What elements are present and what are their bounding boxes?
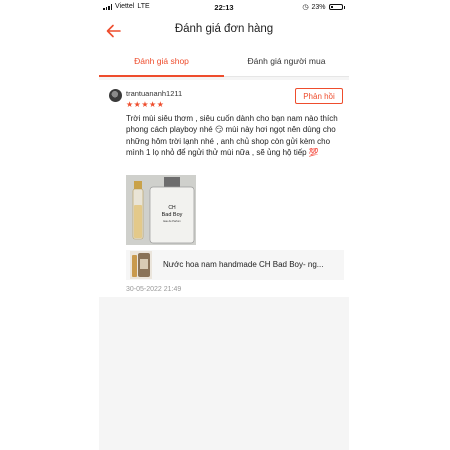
product-thumbnail (130, 251, 152, 279)
battery-percent: 23% (311, 3, 326, 11)
battery-icon (328, 4, 343, 10)
photo-label-line1: CH (168, 205, 176, 211)
product-name: Nước hoa nam handmade CH Bad Boy- ng... (163, 260, 324, 269)
review-photo[interactable]: CH Bad Boy Eau de Parfum (126, 175, 196, 245)
reply-button[interactable]: Phản hồi (295, 88, 343, 104)
phone-screen: Viettel LTE 22:13 ◷ 23% Đánh giá đơn hàn… (99, 0, 349, 450)
alarm-icon: ◷ (302, 4, 309, 11)
reviewer-username: trantuananh1211 (126, 89, 183, 98)
status-right: ◷ 23% (302, 3, 345, 11)
battery-nub (343, 5, 345, 9)
tab-shop-reviews[interactable]: Đánh giá shop (99, 48, 224, 77)
header-bar: Đánh giá đơn hàng (99, 14, 349, 48)
review-card: trantuananh1211 ★★★★★ Phản hồi Trời mùi … (99, 80, 349, 297)
page-title: Đánh giá đơn hàng (174, 23, 274, 35)
review-date: 30-05-2022 21:49 (126, 286, 182, 293)
photo-label-line3: Eau de Parfum (163, 219, 180, 223)
tab-bar: Đánh giá shop Đánh giá người mua (99, 48, 349, 77)
status-bar: Viettel LTE 22:13 ◷ 23% (99, 0, 349, 14)
photo-label-line2: Bad Boy (162, 212, 183, 218)
review-text: Trời mùi siêu thơm , siêu cuốn dành cho … (126, 114, 338, 157)
star-rating: ★★★★★ (126, 100, 165, 109)
tab-buyer-reviews[interactable]: Đánh giá người mua (224, 48, 349, 76)
perfume-photo-image: CH Bad Boy Eau de Parfum (126, 175, 196, 245)
product-link[interactable]: Nước hoa nam handmade CH Bad Boy- ng... (126, 250, 344, 280)
avatar[interactable] (109, 89, 122, 102)
